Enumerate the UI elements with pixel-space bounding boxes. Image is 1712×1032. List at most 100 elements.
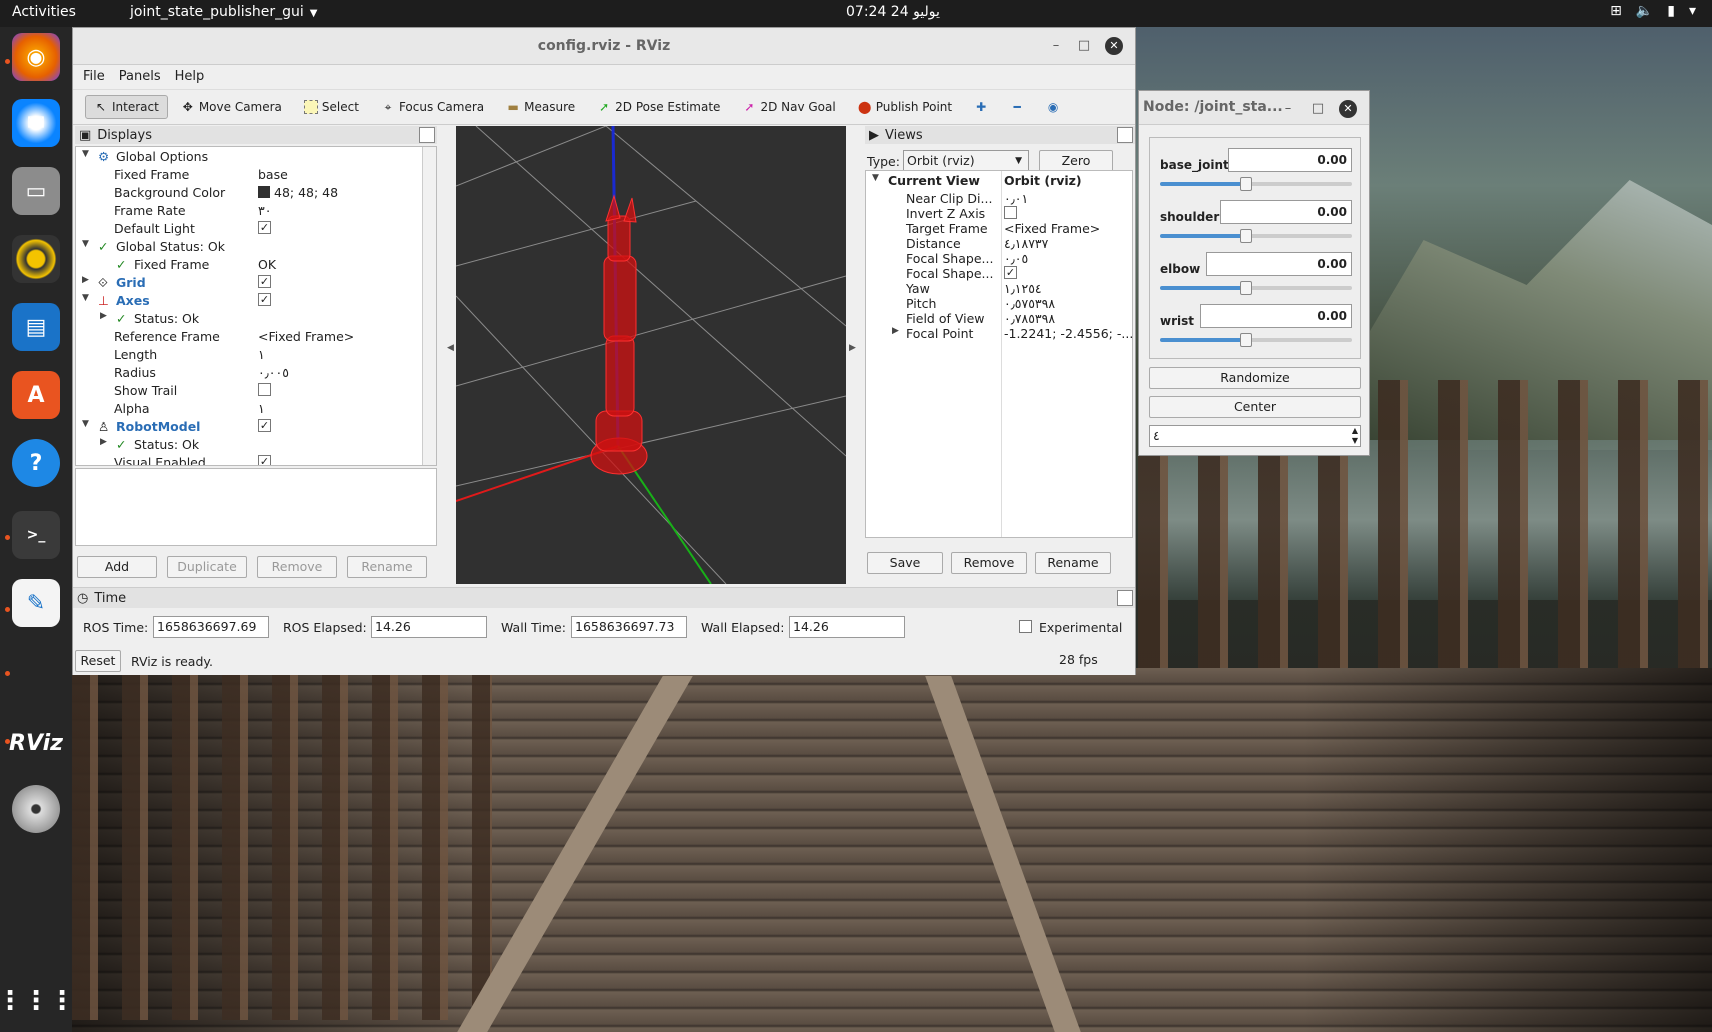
maximize-icon[interactable]: □	[1075, 37, 1093, 55]
tree-row-visual-enabled[interactable]: Visual Enabled ✓	[76, 453, 436, 465]
tool-select[interactable]: Select	[295, 95, 368, 119]
thunderbird-icon[interactable]: ✉	[12, 99, 60, 147]
rename-view-button[interactable]: Rename	[1035, 552, 1111, 574]
tree-row-show-trail[interactable]: Show Trail	[76, 381, 436, 399]
checkbox-checked[interactable]: ✓	[258, 455, 271, 465]
views-row[interactable]: Field of View ٠٫٧٨٥٣٩٨	[866, 309, 1132, 326]
spin-arrows-icon[interactable]: ▲ ▼	[1352, 426, 1358, 446]
tree-row-fixed-frame[interactable]: Fixed Frame base	[76, 165, 436, 183]
views-row[interactable]: Near Clip Di... ٠٫٠١	[866, 189, 1132, 206]
remove-tool-button[interactable]: ━	[1001, 95, 1033, 119]
eye-tool-button[interactable]: ◉	[1037, 95, 1069, 119]
tree-value[interactable]: base	[258, 167, 288, 182]
joint-slider[interactable]	[1160, 177, 1352, 191]
rviz-titlebar[interactable]: config.rviz - RViz – □ ✕	[73, 28, 1135, 65]
help-icon[interactable]: ?	[12, 439, 60, 487]
maximize-icon[interactable]: □	[1309, 100, 1327, 118]
joint-value-field[interactable]: 0.00	[1228, 148, 1352, 172]
center-button[interactable]: Center	[1149, 396, 1361, 418]
add-tool-button[interactable]: ✚	[965, 95, 997, 119]
reset-button[interactable]: Reset	[75, 650, 121, 672]
tool-move-camera[interactable]: ✥ Move Camera	[172, 95, 291, 119]
randomize-button[interactable]: Randomize	[1149, 367, 1361, 389]
views-row[interactable]: Focal Shape... ٠٫٠٥	[866, 249, 1132, 266]
files-icon[interactable]: ▭	[12, 167, 60, 215]
close-icon[interactable]: ✕	[1339, 100, 1357, 118]
duplicate-display-button[interactable]: Duplicate	[167, 556, 247, 578]
tool-interact[interactable]: ↖ Interact	[85, 95, 168, 119]
expand-arrow-icon[interactable]: ▼	[82, 419, 89, 429]
expand-arrow-icon[interactable]: ▼	[82, 149, 89, 159]
tree-row-alpha[interactable]: Alpha ١	[76, 399, 436, 417]
tree-value[interactable]: ١	[258, 401, 265, 416]
remove-display-button[interactable]: Remove	[257, 556, 337, 578]
views-row[interactable]: Pitch ٠٫٥٧٥٣٩٨	[866, 294, 1132, 311]
tree-row-length[interactable]: Length ١	[76, 345, 436, 363]
tree-value[interactable]: ٠٫٠٠٥	[258, 365, 289, 380]
joint-slider[interactable]	[1160, 229, 1352, 243]
slider-handle[interactable]	[1240, 177, 1253, 191]
minimize-icon[interactable]: –	[1279, 100, 1297, 118]
checkbox-checked[interactable]: ✓	[258, 221, 271, 234]
tree-row-background-color[interactable]: Background Color 48; 48; 48	[76, 183, 436, 201]
minimize-icon[interactable]: –	[1047, 37, 1065, 55]
tree-value[interactable]: ١	[258, 347, 265, 362]
3d-viewport[interactable]: ◀	[456, 126, 846, 584]
joint-slider[interactable]	[1160, 333, 1352, 347]
clock[interactable]: 07:24 24 يوليو	[846, 4, 940, 20]
joint-slider[interactable]	[1160, 281, 1352, 295]
experimental-checkbox[interactable]	[1019, 620, 1032, 633]
terminal-icon[interactable]: >_	[12, 511, 60, 559]
tree-row-grid[interactable]: ▶ ⟐ Grid ✓	[76, 273, 436, 291]
disc-icon[interactable]	[12, 785, 60, 833]
app-menu[interactable]: joint_state_publisher_gui ▼	[130, 4, 318, 20]
joint-value-field[interactable]: 0.00	[1200, 304, 1352, 328]
tree-row-robot-status[interactable]: ▶ ✓ Status: Ok	[76, 435, 436, 453]
rows-spinbox[interactable]: ٤ ▲ ▼	[1149, 425, 1361, 447]
system-tray[interactable]: ⊞ 🔈 ▮ ▾	[1610, 3, 1696, 19]
tree-value[interactable]: -1.2241; -2.4556; -...	[1004, 326, 1133, 341]
tree-row-robot-model[interactable]: ▼ ♙ RobotModel ✓	[76, 417, 436, 435]
tree-value[interactable]: ٣٠	[258, 203, 271, 218]
views-row[interactable]: Yaw ١٫١٢٥٤	[866, 279, 1132, 296]
firefox-icon[interactable]: ◉	[12, 33, 60, 81]
checkbox-checked[interactable]: ✓	[258, 419, 271, 432]
collapse-arrow-icon[interactable]: ▶	[892, 326, 899, 336]
tree-row-reference-frame[interactable]: Reference Frame <Fixed Frame>	[76, 327, 436, 345]
panel-float-button[interactable]	[1117, 127, 1133, 143]
tool-focus-camera[interactable]: ⌖ Focus Camera	[372, 95, 493, 119]
collapse-arrow-icon[interactable]: ▶	[100, 311, 107, 321]
checkbox-checked[interactable]: ✓	[1004, 266, 1017, 279]
checkbox-unchecked[interactable]	[1004, 206, 1017, 219]
expand-arrow-icon[interactable]: ▼	[82, 239, 89, 249]
tree-row-frame-rate[interactable]: Frame Rate ٣٠	[76, 201, 436, 219]
remove-view-button[interactable]: Remove	[951, 552, 1027, 574]
tree-row-axes-status[interactable]: ▶ ✓ Status: Ok	[76, 309, 436, 327]
ros-time-field[interactable]: 1658636697.69	[153, 616, 269, 638]
tree-row-axes[interactable]: ▼ ⊥ Axes ✓	[76, 291, 436, 309]
checkbox-unchecked[interactable]	[258, 383, 271, 396]
tree-row-radius[interactable]: Radius ٠٫٠٠٥	[76, 363, 436, 381]
ros-elapsed-field[interactable]: 14.26	[371, 616, 487, 638]
menu-file[interactable]: File	[83, 69, 105, 89]
activities-button[interactable]: Activities	[12, 4, 76, 20]
views-row-current-view[interactable]: ▼ Current View Orbit (rviz)	[866, 171, 1132, 189]
tree-row-default-light[interactable]: Default Light ✓	[76, 219, 436, 237]
checkbox-checked[interactable]: ✓	[258, 275, 271, 288]
views-row[interactable]: Focal Shape... ✓	[866, 264, 1132, 281]
tool-measure[interactable]: ▬ Measure	[497, 95, 584, 119]
panel-float-button[interactable]	[1117, 590, 1133, 606]
checkbox-checked[interactable]: ✓	[258, 293, 271, 306]
jsp-titlebar[interactable]: Node: /joint_sta... – □ ✕	[1139, 91, 1369, 125]
save-view-button[interactable]: Save	[867, 552, 943, 574]
rviz-icon[interactable]: RViz	[9, 719, 63, 767]
wall-time-field[interactable]: 1658636697.73	[571, 616, 687, 638]
expand-arrow-icon[interactable]: ▼	[82, 293, 89, 303]
slider-handle[interactable]	[1240, 333, 1253, 347]
tool-2d-nav-goal[interactable]: ➚ 2D Nav Goal	[733, 95, 844, 119]
rhythmbox-icon[interactable]	[12, 235, 60, 283]
tree-row-global-status[interactable]: ▼ ✓ Global Status: Ok	[76, 237, 436, 255]
menu-help[interactable]: Help	[175, 69, 205, 89]
collapse-arrow-icon[interactable]: ▶	[100, 437, 107, 447]
slider-handle[interactable]	[1240, 281, 1253, 295]
